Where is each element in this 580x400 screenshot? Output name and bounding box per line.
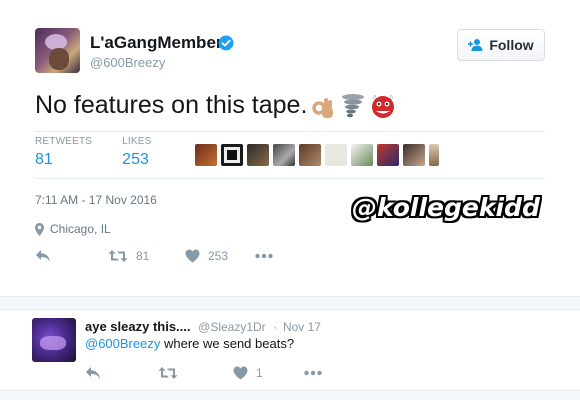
watermark-text: @kollegekidd <box>352 193 540 222</box>
divider <box>35 131 545 132</box>
reply-mention-link[interactable]: @600Breezy <box>85 336 160 351</box>
tornado-emoji <box>342 93 365 117</box>
more-icon <box>255 253 273 259</box>
author-avatar[interactable] <box>35 28 80 73</box>
like-button[interactable]: 253 <box>185 249 228 263</box>
more-button[interactable] <box>255 249 273 263</box>
reply-like-button[interactable]: 1 <box>233 366 263 380</box>
liker-avatar[interactable] <box>221 144 243 166</box>
tweet-timestamp[interactable]: 7:11 AM - 17 Nov 2016 <box>35 193 157 207</box>
reply-reply-button[interactable] <box>85 366 101 380</box>
reply-author-avatar[interactable] <box>32 318 76 362</box>
author-name[interactable]: L'aGangMember <box>90 33 223 53</box>
reply-date[interactable]: Nov 17 <box>283 320 321 334</box>
liker-avatar[interactable] <box>273 144 295 166</box>
location-pin-icon <box>35 222 44 236</box>
reply-header: aye sleazy this.... @Sleazy1Dr · Nov 17 <box>85 319 321 334</box>
likes-count: 253 <box>122 151 149 168</box>
avatar-face-shape <box>49 48 69 70</box>
more-icon <box>304 370 322 376</box>
ogre-emoji <box>372 93 395 118</box>
liker-avatar[interactable] <box>195 144 217 166</box>
likes-label: LIKES <box>122 136 152 147</box>
reply-icon <box>86 367 100 379</box>
location-text: Chicago, IL <box>50 222 111 236</box>
reply-button[interactable] <box>35 249 51 263</box>
reply-separator: · <box>273 320 278 334</box>
reply-retweet-button[interactable] <box>158 366 178 380</box>
reply-tweet[interactable]: aye sleazy this.... @Sleazy1Dr · Nov 17 … <box>0 310 580 390</box>
liker-avatar[interactable] <box>247 144 269 166</box>
retweet-count: 81 <box>136 249 150 263</box>
section-separator <box>0 390 580 400</box>
reply-text-content: where we send beats? <box>160 336 295 351</box>
author-handle[interactable]: @600Breezy <box>90 55 165 70</box>
retweet-icon <box>158 367 178 379</box>
reply-text: @600Breezy where we send beats? <box>85 336 294 351</box>
reply-author-name[interactable]: aye sleazy this.... <box>85 319 191 334</box>
retweet-icon <box>108 250 128 262</box>
add-user-icon <box>468 39 483 51</box>
follow-button[interactable]: Follow <box>457 29 545 61</box>
reply-more-button[interactable] <box>304 366 322 380</box>
reply-icon <box>36 250 50 262</box>
tweet-location[interactable]: Chicago, IL <box>35 222 111 236</box>
tweet-text: No features on this tape. <box>35 91 397 120</box>
liker-avatar[interactable] <box>351 144 373 166</box>
retweets-count: 81 <box>35 151 53 168</box>
liker-avatar[interactable] <box>299 144 321 166</box>
retweet-button[interactable]: 81 <box>108 249 149 263</box>
tweet-text-content: No features on this tape. <box>35 91 308 119</box>
heart-icon <box>185 249 200 263</box>
verified-badge-icon <box>218 35 234 51</box>
reply-like-count: 1 <box>256 366 263 380</box>
liker-avatars <box>195 144 439 166</box>
likes-stat[interactable]: LIKES 253 <box>122 136 151 169</box>
liker-avatar[interactable] <box>429 144 439 166</box>
liker-avatar[interactable] <box>403 144 425 166</box>
section-separator <box>0 296 580 310</box>
avatar-figure-shape <box>40 336 66 350</box>
ok-hand-emoji <box>312 97 334 118</box>
engagement-stats: RETWEETS 81 LIKES 253 <box>35 136 182 169</box>
heart-icon <box>233 366 248 380</box>
reply-author-handle[interactable]: @Sleazy1Dr <box>198 320 266 334</box>
follow-button-label: Follow <box>489 37 534 53</box>
main-tweet: L'aGangMember @600Breezy Follow No featu… <box>0 0 580 296</box>
like-count: 253 <box>208 249 229 263</box>
liker-avatar[interactable] <box>325 144 347 166</box>
retweets-stat[interactable]: RETWEETS 81 <box>35 136 92 169</box>
liker-avatar[interactable] <box>377 144 399 166</box>
divider <box>35 178 545 179</box>
retweets-label: RETWEETS <box>35 136 93 147</box>
